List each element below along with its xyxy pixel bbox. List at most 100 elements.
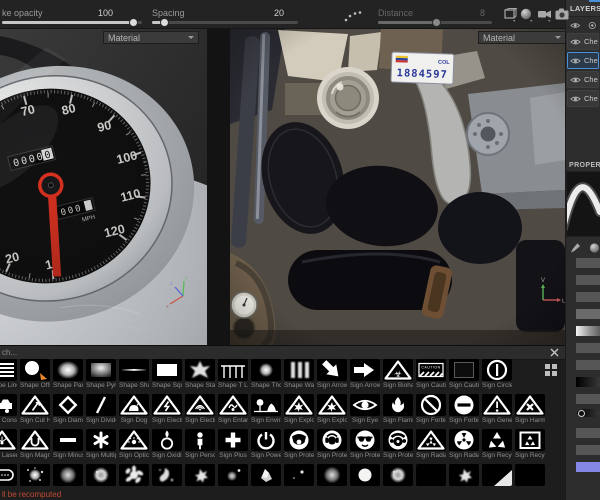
shelf-tile[interactable]: Sign Arrow ...: [350, 359, 380, 389]
snapshot-camera-icon[interactable]: [555, 8, 569, 20]
shelf-tile[interactable]: Shape Lines...: [0, 359, 17, 389]
shelf-tile[interactable]: Shape Thorn: [251, 359, 281, 389]
shelf-tile[interactable]: Sign Eye: [350, 394, 380, 424]
shelf-tile[interactable]: Sign Forbid...: [416, 394, 446, 424]
shelf-tile[interactable]: Shape Squa...: [152, 359, 182, 389]
shelf-tile[interactable]: Shape T Line: [218, 359, 248, 389]
layer-visibility-icon[interactable]: [570, 95, 581, 103]
shelf-tile[interactable]: Shape Shar...: [119, 359, 149, 389]
shelf-tile[interactable]: Sign Consol...: [0, 394, 17, 424]
shelf-tile[interactable]: [119, 464, 149, 494]
shelf-tile[interactable]: Sign Explosi...: [317, 394, 347, 424]
property-slider[interactable]: [576, 408, 600, 418]
shelf-tile[interactable]: [449, 464, 479, 494]
shelf-tile[interactable]: [86, 464, 116, 494]
shelf-tile[interactable]: [185, 464, 215, 494]
layer-row[interactable]: Check: [567, 90, 599, 107]
right-2d-viewport[interactable]: COL 1884597: [230, 28, 565, 345]
shelf-tile[interactable]: Sign Circle I...: [482, 359, 512, 389]
property-slider[interactable]: [576, 428, 600, 438]
property-slider[interactable]: [576, 462, 600, 472]
shelf-tile[interactable]: Sign Laser...: [0, 429, 17, 459]
shelf-tile[interactable]: [416, 464, 446, 494]
shelf-tile[interactable]: Sign Protec...: [317, 429, 347, 459]
solo-visibility-icon[interactable]: [587, 21, 598, 30]
property-slider[interactable]: [576, 309, 600, 319]
shelf-search-input[interactable]: ch...: [2, 348, 17, 357]
shelf-tile[interactable]: Sign Forbid...: [449, 394, 479, 424]
shelf-tile[interactable]: Sign Plus: [218, 429, 248, 459]
camera-icon[interactable]: [537, 8, 553, 22]
material-sphere-icon[interactable]: [520, 8, 535, 22]
property-slider[interactable]: [576, 377, 600, 387]
shelf-tile[interactable]: Shape Wave: [284, 359, 314, 389]
shelf-tile[interactable]: Sign Oxidizer: [152, 429, 182, 459]
visibility-icon[interactable]: [570, 21, 581, 30]
shelf-tile[interactable]: Sign Electrical: [152, 394, 182, 424]
spacing-slider-handle[interactable]: [160, 18, 169, 27]
left-3d-viewport[interactable]: 102030405060708090100110120 0000 0 000 M…: [0, 28, 207, 345]
shelf-tile[interactable]: [482, 464, 512, 494]
layer-row[interactable]: Check: [567, 52, 599, 69]
shelf-tile[interactable]: Shape Para...: [53, 359, 83, 389]
shelf-tile[interactable]: Sign Cautio...: [449, 359, 479, 389]
shelf-tile[interactable]: Sign Enviro...: [251, 394, 281, 424]
slider-handle[interactable]: [578, 410, 585, 417]
2d-viewport-canvas[interactable]: COL 1884597: [230, 28, 565, 345]
shelf-tile[interactable]: Shape Offset: [20, 359, 50, 389]
shelf-tile[interactable]: Sign Arrow ...: [317, 359, 347, 389]
shelf-tile[interactable]: [251, 464, 281, 494]
spacing-slider[interactable]: [152, 18, 298, 27]
layer-row[interactable]: Check: [567, 33, 599, 50]
property-slider[interactable]: [576, 360, 600, 370]
stroke-opacity-slider-handle[interactable]: [129, 18, 138, 27]
shelf-tile[interactable]: Sign Person: [185, 429, 215, 459]
shelf-tile[interactable]: [152, 464, 182, 494]
shelf-tile[interactable]: [284, 464, 314, 494]
shelf-tile[interactable]: [350, 464, 380, 494]
left-viewport-material-dropdown[interactable]: Material: [103, 31, 199, 44]
layer-visibility-icon[interactable]: [570, 76, 581, 84]
layer-visibility-icon[interactable]: [570, 38, 581, 46]
property-slider[interactable]: [576, 445, 600, 455]
property-slider[interactable]: [576, 292, 600, 302]
stroke-opacity-slider[interactable]: [2, 18, 142, 27]
shelf-tile[interactable]: Sign Protec...: [284, 429, 314, 459]
perspective-icon[interactable]: [503, 8, 518, 22]
shelf-tile[interactable]: Sign Diamo...: [53, 394, 83, 424]
shelf-tile[interactable]: Sign Explos...: [284, 394, 314, 424]
tab-layers[interactable]: LAYERS: [570, 4, 600, 13]
property-slider[interactable]: [576, 343, 600, 353]
shelf-tile[interactable]: CAUTION Sign Caution: [416, 359, 446, 389]
shelf-tile[interactable]: Shape Pyra...: [86, 359, 116, 389]
shelf-tile[interactable]: Sign Optica...: [119, 429, 149, 459]
shelf-tile[interactable]: Sign Electro...: [185, 394, 215, 424]
shelf-tile[interactable]: Sign Recycl...: [515, 429, 545, 459]
property-slider[interactable]: [576, 394, 600, 404]
shelf-tile[interactable]: Shape Star: [185, 359, 215, 389]
material-sphere-icon[interactable]: [589, 242, 600, 254]
shelf-tile[interactable]: Sign Entan...: [218, 394, 248, 424]
distance-slider-handle[interactable]: [432, 18, 441, 27]
shelf-tile[interactable]: [515, 464, 545, 494]
layer-row[interactable]: Check: [567, 71, 599, 88]
shelf-tile[interactable]: Sign Harmful: [515, 394, 545, 424]
brush-spacing-dots-icon[interactable]: [344, 10, 362, 22]
property-slider[interactable]: [576, 275, 600, 285]
shelf-tile[interactable]: [218, 464, 248, 494]
shelf-tile[interactable]: Sign Dog: [119, 394, 149, 424]
shelf-tile[interactable]: Sign Multiply: [86, 429, 116, 459]
shelf-tile[interactable]: Sign Radiati...: [416, 429, 446, 459]
shelf-tile[interactable]: ☣ Sign Biohaz...: [383, 359, 413, 389]
shelf-tile[interactable]: Sign Recycl...: [482, 429, 512, 459]
shelf-tile[interactable]: Sign Magn...: [20, 429, 50, 459]
shelf-tile[interactable]: Sign Radiati...: [449, 429, 479, 459]
shelf-tile[interactable]: Sign Minus: [53, 429, 83, 459]
shelf-tile[interactable]: Sign Protec...: [350, 429, 380, 459]
shelf-tile[interactable]: Sign Flamm...: [383, 394, 413, 424]
shelf-tile[interactable]: Sign Gener...: [482, 394, 512, 424]
layer-visibility-icon[interactable]: [570, 57, 581, 65]
shelf-tile[interactable]: Sign Divide: [86, 394, 116, 424]
property-slider[interactable]: [576, 258, 600, 268]
property-slider[interactable]: [576, 326, 600, 336]
